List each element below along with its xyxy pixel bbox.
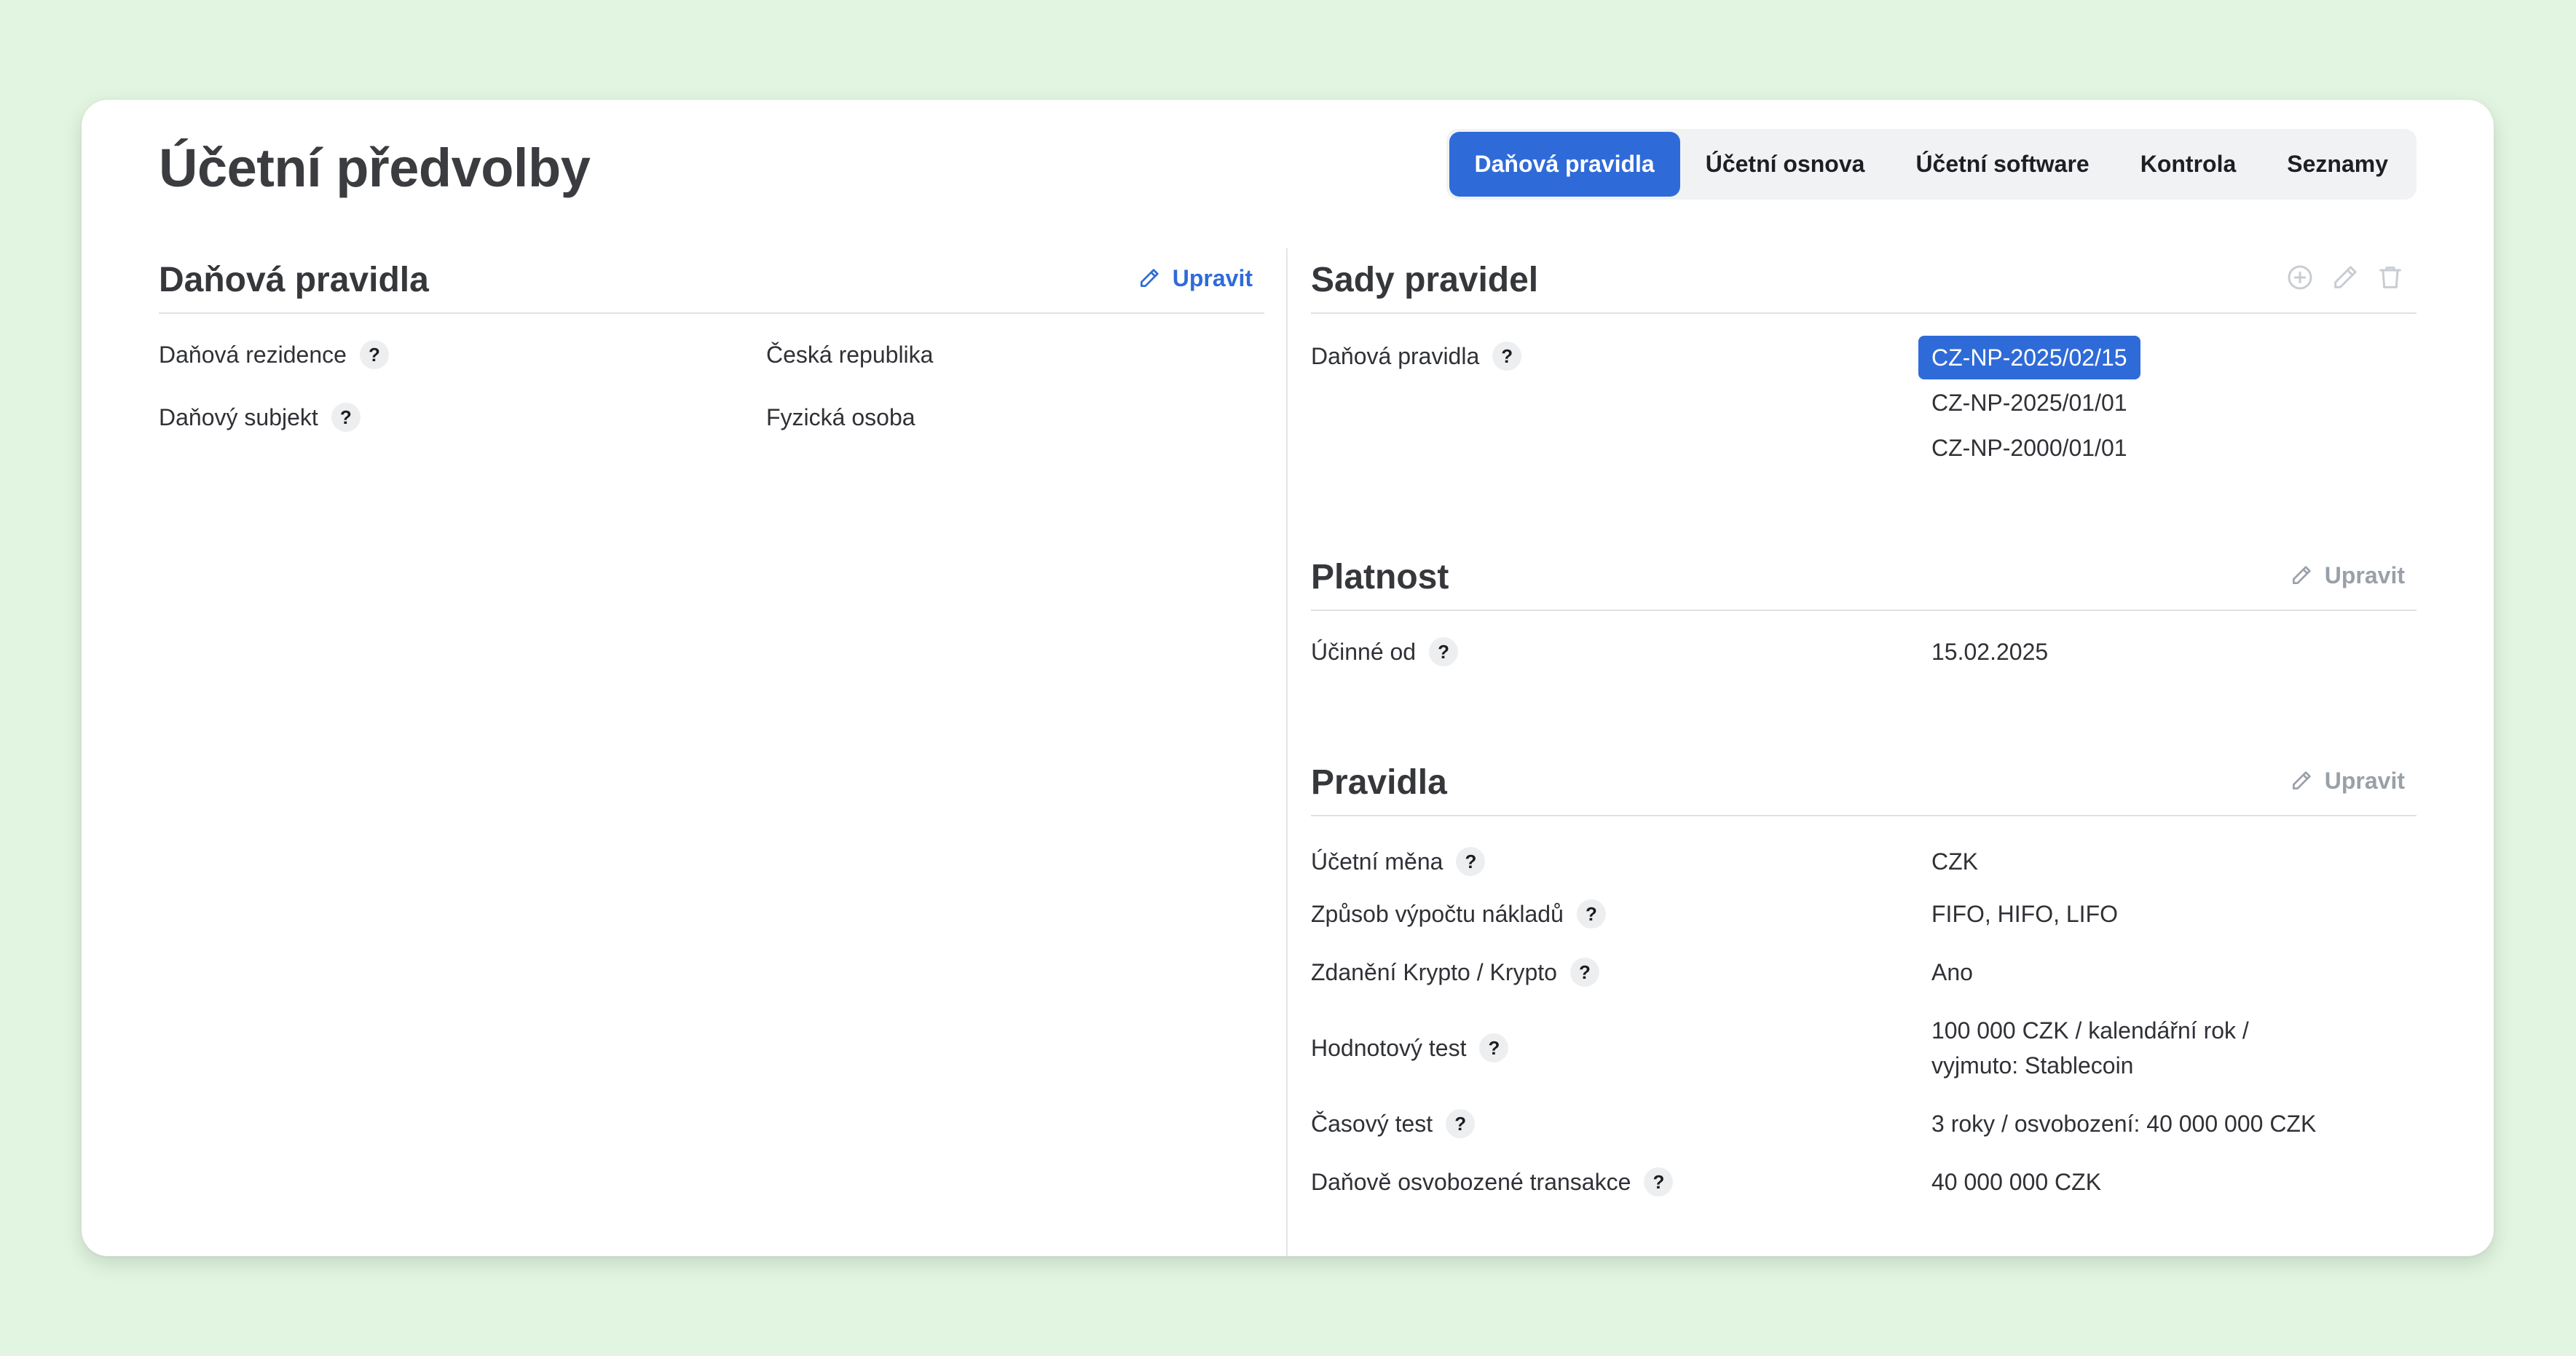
help-icon[interactable]: ? [1429,637,1459,666]
rules-section: Pravidla Upravit Účetní měna? CZK Způsob… [1311,748,2417,1197]
info-row: Daňová rezidence? [159,340,389,369]
field-label: Způsob výpočtu nákladů [1311,900,1564,927]
tax-rules-header: Daňová pravidla Upravit [159,245,1264,314]
trash-icon[interactable] [2376,263,2405,292]
field-label: Účinné od [1311,638,1417,665]
rules-edit-button[interactable]: Upravit [2290,762,2405,799]
info-row: Zdanění Krypto / Krypto? [1311,958,1599,987]
info-row: Časový test? [1311,1109,1476,1138]
info-row: Účetní měna? [1311,847,1486,876]
tab-lists[interactable]: Seznamy [2261,132,2414,197]
rules-title: Pravidla [1311,763,1447,802]
help-icon[interactable]: ? [1569,958,1599,987]
tax-rules-edit-button[interactable]: Upravit [1138,260,1253,296]
pencil-icon [2290,564,2313,587]
add-circle-icon[interactable] [2285,263,2315,292]
tab-accounting-software[interactable]: Účetní software [1890,132,2114,197]
help-icon[interactable]: ? [331,403,361,432]
tax-rules-title: Daňová pravidla [159,261,429,299]
tab-review[interactable]: Kontrola [2115,132,2262,197]
field-label: Daňová rezidence [159,341,347,368]
field-value: Česká republika [766,342,934,368]
field-value: FIFO, HIFO, LIFO [1931,901,2118,927]
help-icon[interactable]: ? [1492,342,1522,371]
tab-chart-of-accounts[interactable]: Účetní osnova [1680,132,1891,197]
validity-edit-label: Upravit [2324,562,2405,588]
pencil-icon[interactable] [2331,263,2360,292]
field-label: Hodnotový test [1311,1034,1467,1061]
rule-sets-header: Sady pravidel [1311,245,2417,314]
field-value: 3 roky / osvobození: 40 000 000 CZK [1931,1111,2317,1137]
column-divider [1286,248,1288,1256]
field-value: CZK [1931,848,1978,875]
rule-set-item[interactable]: CZ-NP-2025/02/15 [1918,336,2140,379]
validity-title: Platnost [1311,558,1449,596]
field-label: Účetní měna [1311,848,1443,875]
rules-edit-label: Upravit [2324,768,2405,794]
rules-header: Pravidla Upravit [1311,748,2417,816]
help-icon[interactable]: ? [1479,1033,1509,1063]
help-icon[interactable]: ? [1446,1109,1476,1138]
rule-set-actions [2285,263,2405,292]
pencil-icon [2290,769,2313,792]
info-row: Daňová pravidla? [1311,342,1522,371]
info-row: Způsob výpočtu nákladů? [1311,899,1606,929]
validity-section: Platnost Upravit Účinné od? 15.02.2025 [1311,543,2417,666]
field-value-line-2: vyjmuto: Stablecoin [1931,1052,2134,1079]
help-icon[interactable]: ? [1576,899,1606,929]
rule-sets-section: Sady pravidel Daňová pravidla? CZ-NP-202… [1311,245,2417,461]
field-value-line-1: 100 000 CZK / kalendářní rok / [1931,1017,2249,1044]
field-label: Daňově osvobozené transakce [1311,1168,1631,1195]
field-value: Fyzická osoba [766,404,915,430]
page-title: Účetní předvolby [159,138,591,198]
tax-rules-edit-label: Upravit [1172,265,1253,291]
tab-tax-rules[interactable]: Daňová pravidla [1449,132,1680,197]
field-value: 40 000 000 CZK [1931,1169,2102,1195]
help-icon[interactable]: ? [1644,1167,1674,1197]
info-row: Hodnotový test? [1311,1033,1509,1063]
field-label: Zdanění Krypto / Krypto [1311,958,1557,985]
rule-set-item[interactable]: CZ-NP-2025/01/01 [1918,381,2140,425]
validity-edit-button[interactable]: Upravit [2290,557,2405,594]
field-label: Časový test [1311,1110,1433,1137]
rule-sets-title: Sady pravidel [1311,261,1539,299]
field-label: Daňová pravidla [1311,342,1480,369]
rule-set-item[interactable]: CZ-NP-2000/01/01 [1918,426,2140,470]
help-icon[interactable]: ? [359,340,389,369]
field-label: Daňový subjekt [159,403,318,430]
pencil-icon [1138,267,1161,290]
validity-header: Platnost Upravit [1311,543,2417,611]
field-value: Ano [1931,959,1973,985]
field-value: 15.02.2025 [1931,639,2049,665]
tax-rules-section: Daňová pravidla Upravit Daňová rezidence… [159,245,1264,432]
rule-set-list: CZ-NP-2025/02/15 CZ-NP-2025/01/01 CZ-NP-… [1918,336,2140,471]
info-row: Daňový subjekt? [159,403,361,432]
info-row: Daňově osvobozené transakce? [1311,1167,1674,1197]
help-icon[interactable]: ? [1456,847,1486,876]
tab-bar: Daňová pravidla Účetní osnova Účetní sof… [1446,129,2417,200]
info-row: Účinné od? [1311,637,1459,666]
preferences-card: Účetní předvolby Daňová pravidla Účetní … [82,100,2494,1256]
